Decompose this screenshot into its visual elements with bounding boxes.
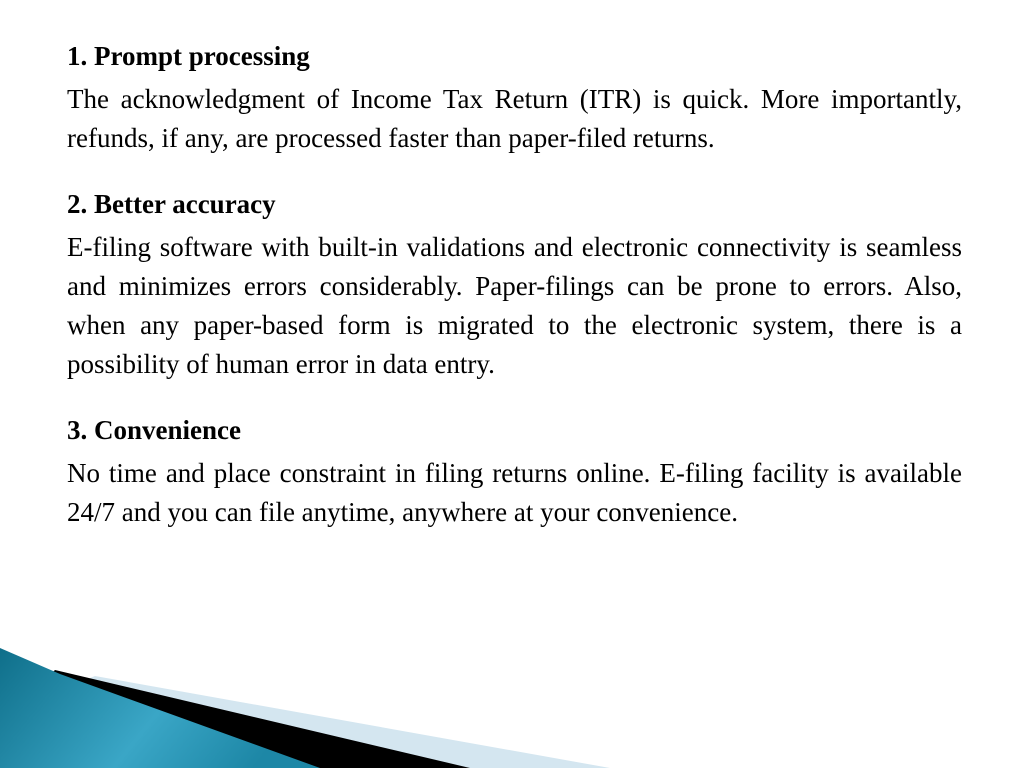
- section-body: E-filing software with built-in validati…: [67, 232, 962, 379]
- section-better-accuracy: 2. Better accuracy E-filing software wit…: [67, 184, 962, 384]
- section-body: The acknowledgment of Income Tax Return …: [67, 84, 962, 153]
- section-title: 1. Prompt processing: [67, 41, 310, 71]
- black-band: [40, 670, 470, 768]
- slide-content: 1. Prompt processing The acknowledgment …: [67, 36, 962, 550]
- teal-wedge: [0, 648, 320, 768]
- section-title: 3. Convenience: [67, 415, 241, 445]
- section-body: No time and place constraint in filing r…: [67, 458, 962, 527]
- section-convenience: 3. Convenience No time and place constra…: [67, 410, 962, 532]
- section-title: 2. Better accuracy: [67, 189, 276, 219]
- section-prompt-processing: 1. Prompt processing The acknowledgment …: [67, 36, 962, 158]
- light-blue-band: [60, 676, 610, 768]
- slide: 1. Prompt processing The acknowledgment …: [0, 0, 1024, 768]
